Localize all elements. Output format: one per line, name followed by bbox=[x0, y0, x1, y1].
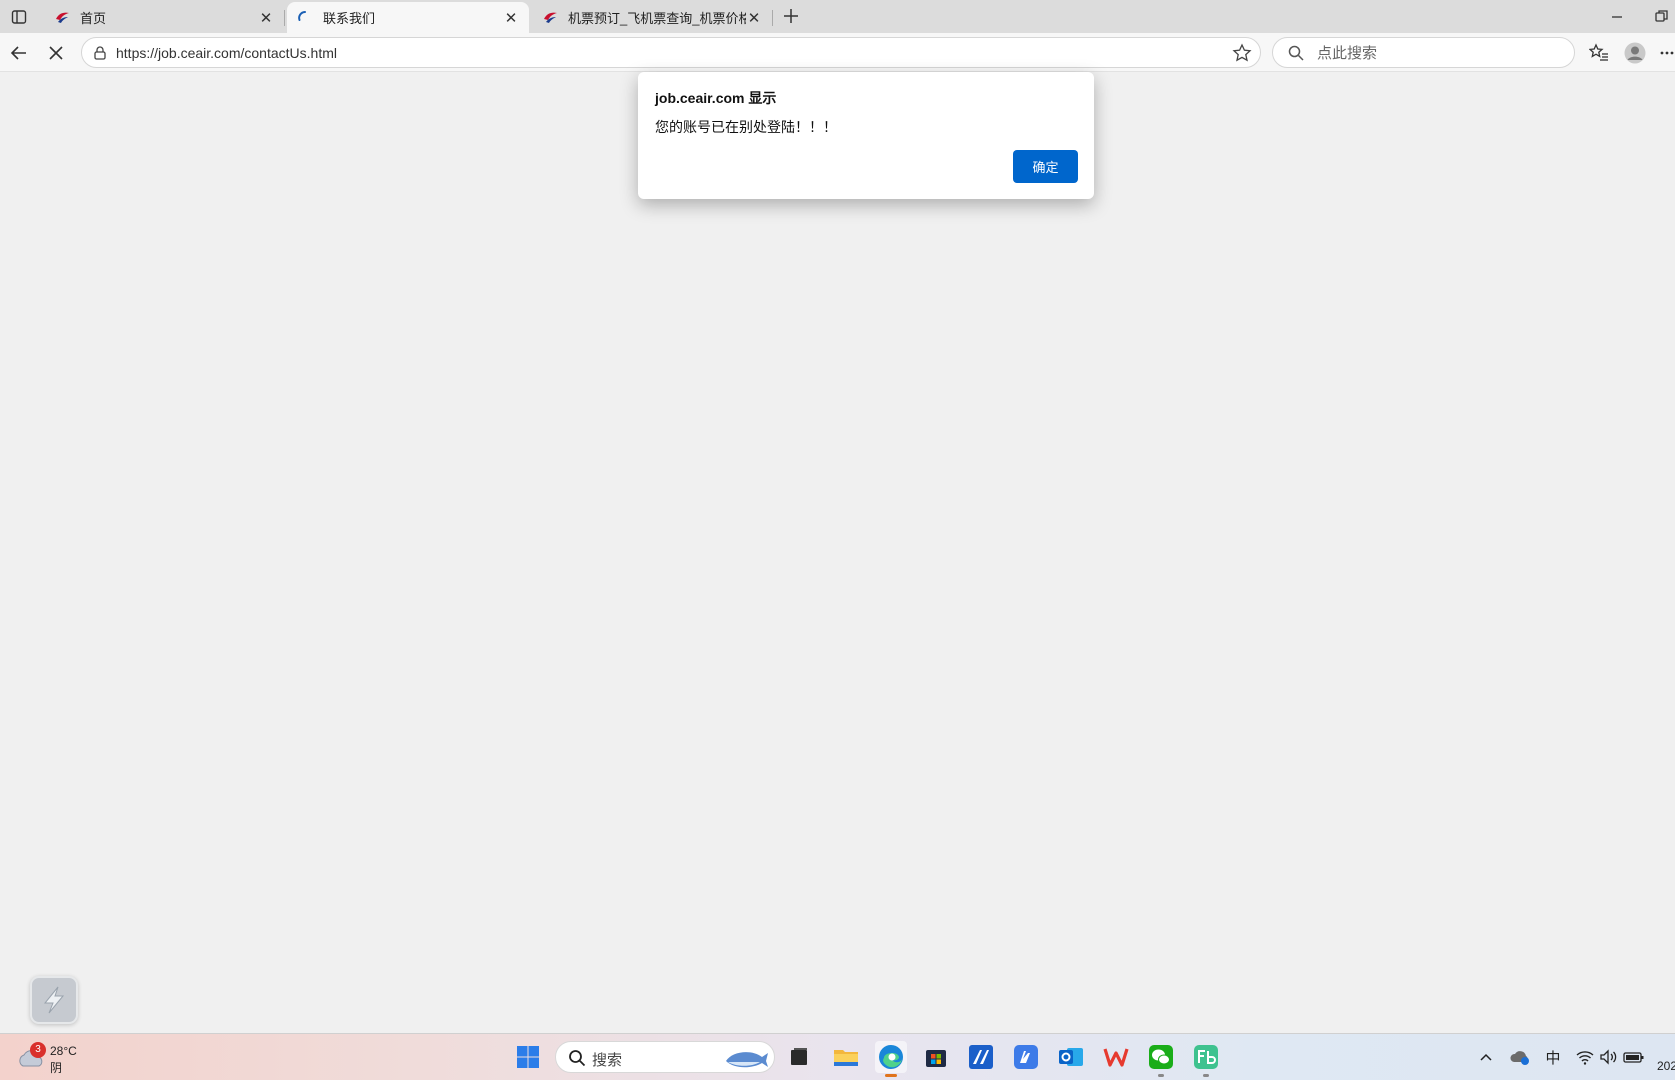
show-hidden-icons-button[interactable] bbox=[1476, 1046, 1496, 1068]
wps-button[interactable] bbox=[1100, 1041, 1132, 1073]
chevron-up-icon bbox=[1480, 1053, 1492, 1061]
loading-spinner-icon bbox=[298, 10, 306, 21]
search-icon bbox=[569, 1050, 586, 1067]
edge-icon bbox=[879, 1045, 903, 1069]
alert-dialog: job.ceair.com 显示 您的账号已在别处登陆！！！ 确定 bbox=[638, 72, 1094, 199]
favorites-button[interactable] bbox=[1587, 41, 1611, 65]
close-tab-icon[interactable]: ✕ bbox=[746, 10, 762, 27]
cloud-sync-icon bbox=[1510, 1051, 1529, 1065]
tab-home[interactable]: 首页 ✕ bbox=[44, 2, 285, 33]
running-indicator bbox=[885, 1074, 897, 1077]
task-view-button[interactable] bbox=[783, 1041, 815, 1073]
favorites-list-icon bbox=[1589, 43, 1608, 61]
start-button[interactable] bbox=[512, 1041, 544, 1073]
folder-icon bbox=[834, 1050, 858, 1066]
app-icon bbox=[969, 1045, 993, 1069]
lightning-icon bbox=[43, 986, 65, 1014]
search-icon bbox=[1288, 45, 1304, 61]
dialog-title: job.ceair.com 显示 bbox=[655, 90, 777, 106]
running-indicator bbox=[1203, 1074, 1209, 1077]
lock-icon[interactable] bbox=[92, 45, 108, 61]
back-button[interactable] bbox=[7, 41, 31, 65]
app-button[interactable] bbox=[965, 1041, 997, 1073]
outlook-button[interactable] bbox=[1055, 1041, 1087, 1073]
outlook-icon bbox=[1059, 1048, 1083, 1066]
store-button[interactable] bbox=[920, 1041, 952, 1073]
taskbar-search[interactable]: 搜索 bbox=[555, 1041, 775, 1073]
tab-actions-icon bbox=[11, 10, 27, 24]
avatar-icon bbox=[1624, 42, 1646, 64]
taskbar-search-label: 搜索 bbox=[592, 1052, 623, 1069]
edge-browser-button[interactable] bbox=[875, 1041, 907, 1077]
notification-badge: 3 bbox=[30, 1042, 46, 1058]
app-button[interactable] bbox=[1010, 1041, 1042, 1073]
minimize-icon bbox=[1612, 16, 1622, 18]
wifi-icon bbox=[1576, 1051, 1594, 1065]
new-tab-button[interactable] bbox=[780, 5, 802, 27]
tab-contact-us[interactable]: 联系我们 ✕ bbox=[287, 2, 529, 33]
tab-flight-booking[interactable]: 机票预订_飞机票查询_机票价格查 ✕ bbox=[532, 2, 773, 33]
close-tab-icon[interactable]: ✕ bbox=[258, 10, 274, 27]
china-eastern-logo-icon bbox=[56, 12, 69, 23]
tab-title: 机票预订_飞机票查询_机票价格查 bbox=[568, 11, 746, 26]
stop-loading-button[interactable] bbox=[44, 41, 68, 65]
minimize-button[interactable] bbox=[1605, 6, 1629, 26]
settings-menu-button[interactable] bbox=[1658, 41, 1675, 65]
speaker-icon bbox=[1600, 1049, 1617, 1065]
dialog-message: 您的账号已在别处登陆！！！ bbox=[655, 119, 837, 135]
close-tab-icon[interactable]: ✕ bbox=[503, 10, 519, 27]
plus-icon bbox=[784, 9, 798, 23]
back-arrow-icon bbox=[10, 46, 26, 60]
task-view-icon bbox=[791, 1048, 807, 1065]
battery-icon bbox=[1623, 1052, 1644, 1063]
page-content bbox=[2, 73, 1673, 1033]
feishu-icon bbox=[1194, 1045, 1218, 1069]
ok-button[interactable]: 确定 bbox=[1013, 150, 1078, 183]
restore-button[interactable] bbox=[1650, 6, 1674, 26]
battery-tray-button[interactable] bbox=[1622, 1046, 1646, 1068]
app-icon bbox=[1014, 1045, 1038, 1069]
more-dots-icon bbox=[1660, 51, 1674, 55]
tab-strip: 首页 ✕ 联系我们 ✕ 机票预订_飞机票查询_机票价格查 ✕ bbox=[0, 0, 1675, 33]
weather-condition: 阴 bbox=[50, 1061, 63, 1075]
floating-assistant-button[interactable] bbox=[30, 976, 78, 1024]
running-indicator bbox=[1158, 1074, 1164, 1077]
address-bar[interactable]: https://job.ceair.com/contactUs.html bbox=[81, 37, 1261, 68]
feishu-button[interactable] bbox=[1190, 1041, 1222, 1077]
wifi-tray-button[interactable] bbox=[1574, 1046, 1596, 1068]
whale-illustration-icon bbox=[726, 1052, 768, 1068]
file-explorer-button[interactable] bbox=[830, 1041, 862, 1073]
search-input[interactable] bbox=[1317, 42, 1557, 64]
profile-button[interactable] bbox=[1623, 41, 1647, 65]
close-icon bbox=[49, 46, 63, 60]
url-text[interactable]: https://job.ceair.com/contactUs.html bbox=[116, 45, 337, 61]
tab-title: 首页 bbox=[80, 11, 107, 26]
windows-start-icon bbox=[517, 1046, 539, 1068]
ime-indicator[interactable]: 中 bbox=[1542, 1046, 1564, 1068]
china-eastern-logo-icon bbox=[544, 12, 557, 23]
wps-icon bbox=[1103, 1048, 1129, 1067]
wechat-icon bbox=[1149, 1045, 1173, 1069]
wechat-button[interactable] bbox=[1145, 1041, 1177, 1077]
store-icon bbox=[926, 1050, 946, 1067]
tab-title: 联系我们 bbox=[323, 11, 376, 26]
clock-fragment[interactable]: 202 bbox=[1657, 1059, 1675, 1073]
toolbar-search-box[interactable] bbox=[1272, 37, 1575, 68]
volume-tray-button[interactable] bbox=[1598, 1046, 1620, 1068]
restore-icon bbox=[1655, 10, 1668, 22]
taskbar: 3 28°C 阴 搜索 中 202 bbox=[0, 1033, 1675, 1080]
onedrive-tray-button[interactable] bbox=[1508, 1046, 1532, 1068]
weather-temperature: 28°C bbox=[50, 1044, 77, 1058]
browser-toolbar: https://job.ceair.com/contactUs.html bbox=[0, 33, 1675, 72]
weather-widget[interactable]: 3 28°C 阴 bbox=[16, 1042, 86, 1075]
favorite-star-icon[interactable] bbox=[1232, 43, 1252, 63]
tab-actions-button[interactable] bbox=[8, 6, 30, 28]
